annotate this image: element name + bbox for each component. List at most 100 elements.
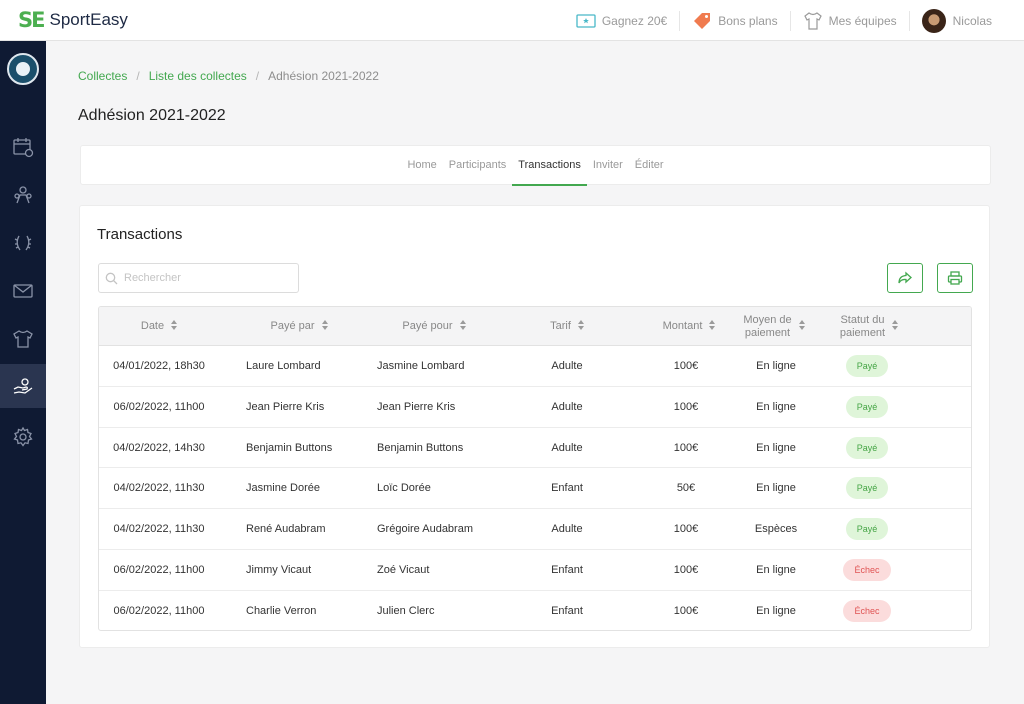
cell-tarif: Adulte [551, 360, 583, 372]
cell-paid-by: Laure Lombard [246, 360, 321, 372]
cell-moyen: En ligne [756, 441, 796, 454]
table-row[interactable]: 04/02/2022, 11h30 Jasmine Dorée Loïc Dorée… [99, 468, 971, 510]
cell-montant: 50€ [676, 482, 696, 495]
tab-editer[interactable]: Éditer [629, 146, 670, 186]
cell-status: Payé [817, 387, 917, 427]
sidebar-item-equipment[interactable] [0, 317, 46, 361]
export-button[interactable] [887, 263, 923, 293]
table-row[interactable]: 06/02/2022, 11h00 Charlie Verron Julien Cl… [99, 591, 971, 630]
cell-moyen: En ligne [756, 604, 796, 617]
cell-status: Payé [817, 346, 917, 386]
club-badge[interactable] [7, 53, 39, 85]
ticket-icon [576, 13, 596, 28]
logo-mark: SE [18, 8, 46, 32]
cell-date: 06/02/2022, 11h00 [113, 604, 205, 617]
top-nav: Gagnez 20€ Bons plans Mes équipes Nicola… [564, 0, 1004, 41]
cell-status: Payé [817, 509, 917, 549]
tab-transactions[interactable]: Transactions [512, 146, 587, 186]
column-header-paid-by[interactable]: Payé par [239, 307, 359, 346]
members-icon [14, 186, 32, 204]
column-header-paid-for[interactable]: Payé pour [369, 307, 499, 346]
cell-montant: 100€ [673, 523, 699, 536]
my-teams-link[interactable]: Mes équipes [789, 10, 909, 31]
cell-moyen: En ligne [756, 563, 796, 576]
cell-date: 04/02/2022, 11h30 [113, 523, 205, 536]
breadcrumb: Collectes / Liste des collectes / Adhési… [78, 69, 379, 83]
status-badge: Payé [845, 436, 889, 459]
sidebar-item-trophies[interactable] [0, 221, 46, 265]
breadcrumb-collectes[interactable]: Collectes [78, 69, 127, 83]
cell-montant: 100€ [673, 400, 699, 413]
share-arrow-icon [898, 271, 912, 284]
status-badge: Payé [845, 477, 889, 500]
table-row[interactable]: 04/02/2022, 14h30 Benjamin Buttons Benjami… [99, 428, 971, 469]
status-badge: Échec [843, 558, 891, 581]
transactions-table: Date Payé par Payé pour Tarif Montant Mo… [98, 306, 972, 631]
sporteasy-logo[interactable]: SE SportEasy [18, 8, 128, 32]
cell-moyen: En ligne [756, 482, 796, 495]
breadcrumb-liste-collectes[interactable]: Liste des collectes [149, 69, 247, 83]
cell-date: 06/02/2022, 11h00 [113, 400, 205, 413]
column-header-payment-status[interactable]: Statut du paiement [819, 307, 919, 346]
sort-icon [171, 319, 178, 334]
cell-paid-by: Benjamin Buttons [246, 441, 333, 454]
deals-label: Bons plans [718, 13, 778, 28]
cell-paid-by: Charlie Verron [246, 604, 317, 617]
trophy-icon [14, 235, 32, 251]
print-button[interactable] [937, 263, 973, 293]
table-header: Date Payé par Payé pour Tarif Montant Mo… [99, 307, 971, 346]
cell-paid-for: Grégoire Audabram [377, 523, 473, 536]
status-badge: Payé [845, 518, 889, 541]
tab-inviter[interactable]: Inviter [587, 146, 629, 186]
cell-paid-for: Benjamin Buttons [377, 441, 464, 454]
table-body: 04/01/2022, 18h30 Laure Lombard Jasmine Lo… [99, 346, 971, 630]
cell-montant: 100€ [673, 360, 699, 372]
tab-participants[interactable]: Participants [443, 146, 512, 186]
table-row[interactable]: 06/02/2022, 11h00 Jean Pierre Kris Jean Pi… [99, 387, 971, 428]
sort-icon [459, 319, 466, 334]
tab-home[interactable]: Home [401, 146, 442, 186]
cell-tarif: Enfant [551, 482, 583, 495]
column-header-tarif[interactable]: Tarif [517, 307, 617, 346]
cell-tarif: Adulte [551, 523, 583, 536]
section-title: Transactions [97, 226, 183, 243]
sidebar-item-settings[interactable] [0, 415, 46, 459]
column-header-payment-method[interactable]: Moyen de paiement [724, 307, 824, 346]
sidebar-item-messages[interactable] [0, 269, 46, 313]
printer-icon [947, 271, 963, 285]
table-row[interactable]: 04/02/2022, 11h30 René Audabram Grégoire A… [99, 509, 971, 550]
cell-paid-for: Loïc Dorée [377, 482, 431, 495]
referral-label: Gagnez 20€ [601, 13, 668, 28]
my-teams-label: Mes équipes [828, 13, 897, 28]
cell-date: 04/02/2022, 14h30 [113, 441, 205, 454]
sort-icon [321, 319, 328, 334]
user-menu[interactable]: Nicolas [908, 8, 1004, 33]
cell-montant: 100€ [673, 563, 699, 576]
top-bar: SE SportEasy Gagnez 20€ Bons plans Mes é… [0, 0, 1024, 41]
payment-hand-icon [13, 378, 33, 394]
cell-paid-for: Jasmine Lombard [377, 360, 465, 372]
mail-icon [13, 284, 33, 298]
table-row[interactable]: 04/01/2022, 18h30 Laure Lombard Jasmine Lo… [99, 346, 971, 387]
gear-icon [13, 426, 33, 447]
cell-paid-for: Julien Clerc [377, 604, 435, 617]
cell-date: 06/02/2022, 11h00 [113, 563, 205, 576]
cell-paid-by: Jimmy Vicaut [246, 563, 312, 576]
status-badge: Échec [843, 599, 891, 622]
sidebar-item-payments[interactable] [0, 364, 46, 408]
search-input[interactable]: Rechercher [98, 263, 299, 293]
referral-link[interactable]: Gagnez 20€ [564, 11, 679, 31]
sidebar [0, 41, 46, 704]
cell-moyen: Espèces [754, 523, 798, 536]
tabs: Home Participants Transactions Inviter É… [81, 146, 990, 186]
table-row[interactable]: 06/02/2022, 11h00 Jimmy Vicaut Zoé Vicaut E… [99, 550, 971, 591]
column-header-date[interactable]: Date [99, 307, 219, 346]
cell-paid-by: Jasmine Dorée [246, 482, 320, 495]
deals-link[interactable]: Bons plans [679, 10, 789, 31]
cell-moyen: En ligne [756, 360, 796, 372]
sidebar-item-members[interactable] [0, 173, 46, 217]
page-title: Adhésion 2021-2022 [78, 107, 226, 124]
sidebar-item-calendar[interactable] [0, 125, 46, 169]
transactions-card: Transactions Rechercher Date Payé par Pa… [79, 205, 990, 648]
cell-tarif: Adulte [551, 441, 583, 454]
